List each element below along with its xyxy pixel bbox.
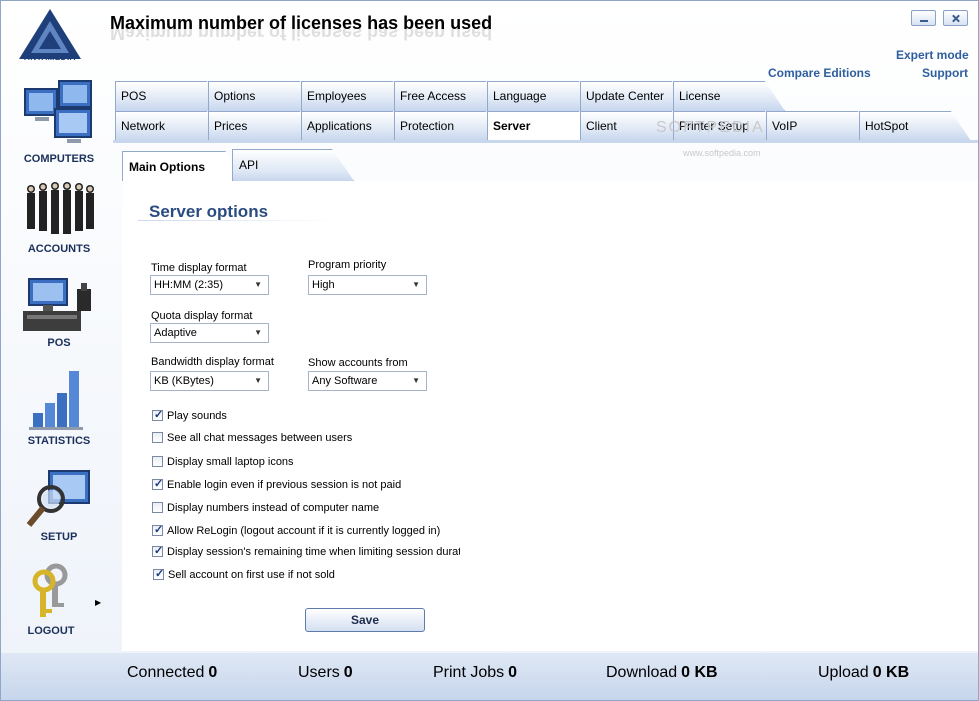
watermark-url: www.softpedia.com bbox=[683, 148, 761, 158]
users-status: Users 0 bbox=[298, 664, 353, 682]
quota-display-format-select[interactable]: Adaptive ▼ bbox=[150, 323, 269, 343]
allow-relogin-checkbox[interactable]: Allow ReLogin (logout account if it is c… bbox=[152, 523, 441, 537]
program-priority-label: Program priority bbox=[308, 259, 387, 271]
select-value: KB (KBytes) bbox=[154, 375, 214, 387]
bandwidth-display-format-label: Bandwidth display format bbox=[151, 356, 274, 368]
checkbox-box[interactable] bbox=[153, 567, 164, 580]
play-sounds-checkbox[interactable]: Play sounds bbox=[152, 408, 227, 422]
window-title-reflection: Maximum number of licenses has been used bbox=[110, 29, 493, 43]
download-label: Download bbox=[606, 664, 678, 681]
users-value: 0 bbox=[343, 664, 353, 681]
save-button[interactable]: Save bbox=[305, 608, 425, 632]
sidebar-item-label: ACCOUNTS bbox=[27, 243, 91, 255]
chevron-down-icon: ▼ bbox=[254, 328, 262, 337]
checkbox-label: Display small laptop icons bbox=[167, 456, 294, 468]
compare-editions-link[interactable]: Compare Editions bbox=[768, 66, 871, 80]
remaining-time-checkbox[interactable]: Display session's remaining time when li… bbox=[152, 546, 460, 558]
checkbox-label: Enable login even if previous session is… bbox=[167, 479, 402, 491]
upload-status: Upload 0 KB bbox=[818, 664, 909, 682]
section-title: Server options bbox=[149, 202, 269, 221]
users-label: Users bbox=[298, 664, 340, 681]
close-button[interactable] bbox=[943, 10, 968, 26]
show-accounts-from-label: Show accounts from bbox=[308, 357, 408, 369]
section-underline bbox=[138, 220, 338, 221]
sidebar-item-label: POS bbox=[47, 337, 71, 349]
time-display-format-label: Time display format bbox=[151, 262, 247, 274]
sidebar-item-logout[interactable]: LOGOUT bbox=[11, 563, 91, 637]
accounts-icon bbox=[27, 182, 94, 234]
chevron-down-icon: ▼ bbox=[254, 376, 262, 385]
checkbox-label: See all chat messages between users bbox=[167, 432, 353, 444]
chevron-down-icon: ▼ bbox=[412, 376, 420, 385]
upload-value: 0 KB bbox=[872, 664, 910, 681]
checkbox-box[interactable] bbox=[152, 432, 163, 443]
checkbox-label: Display numbers instead of computer name bbox=[167, 502, 380, 514]
checkbox-label: Allow ReLogin (logout account if it is c… bbox=[167, 525, 441, 537]
sidebar-item-label: STATISTICS bbox=[27, 435, 91, 447]
enable-login-checkbox[interactable]: Enable login even if previous session is… bbox=[152, 477, 402, 491]
sidebar-item-computers[interactable]: COMPUTERS bbox=[11, 79, 107, 165]
watermark: SOFTPEDIA bbox=[656, 119, 765, 136]
checkbox-label: Sell account on first use if not sold bbox=[168, 569, 335, 581]
bandwidth-display-format-select[interactable]: KB (KBytes) ▼ bbox=[150, 371, 269, 391]
tab-hotspot[interactable]: HotSpot bbox=[859, 111, 971, 141]
pos-icon bbox=[23, 278, 91, 331]
show-accounts-from-select[interactable]: Any Software ▼ bbox=[308, 371, 427, 391]
subtab-main-options[interactable]: Main Options bbox=[122, 151, 248, 183]
connected-label: Connected bbox=[127, 664, 205, 681]
checkbox-box[interactable] bbox=[152, 456, 163, 467]
checkbox-label: Display session's remaining time when li… bbox=[167, 546, 460, 558]
print-jobs-status: Print Jobs 0 bbox=[433, 664, 517, 682]
sidebar-item-label: SETUP bbox=[40, 531, 78, 543]
tab-license[interactable]: License bbox=[673, 81, 785, 111]
sidebar-item-setup[interactable]: SETUP bbox=[11, 467, 107, 543]
sidebar-item-statistics[interactable]: STATISTICS bbox=[11, 367, 107, 447]
expert-mode-link[interactable]: Expert mode bbox=[896, 48, 969, 62]
keys-icon bbox=[32, 563, 68, 617]
checkbox-box[interactable] bbox=[152, 502, 163, 513]
small-laptop-icons-checkbox[interactable]: Display small laptop icons bbox=[152, 456, 294, 468]
sidebar-item-pos[interactable]: POS bbox=[11, 275, 107, 349]
display-numbers-checkbox[interactable]: Display numbers instead of computer name bbox=[152, 502, 379, 514]
upload-label: Upload bbox=[818, 664, 869, 681]
chevron-down-icon: ▼ bbox=[254, 280, 262, 289]
connected-status: Connected 0 bbox=[127, 664, 217, 682]
expand-arrow-icon[interactable]: ▶ bbox=[95, 598, 101, 607]
print-jobs-value: 0 bbox=[508, 664, 518, 681]
sell-account-checkbox[interactable]: Sell account on first use if not sold bbox=[153, 567, 335, 581]
logo-text: ANTAMEDIA bbox=[24, 53, 76, 62]
sidebar-item-label: LOGOUT bbox=[27, 625, 75, 637]
application-window: ANTAMEDIA Maximum number of licenses has… bbox=[0, 0, 979, 701]
statistics-icon bbox=[29, 371, 83, 430]
sidebar-item-accounts[interactable]: ACCOUNTS bbox=[11, 179, 107, 255]
tab-divider bbox=[113, 140, 978, 143]
checkbox-box[interactable] bbox=[152, 523, 163, 536]
support-link[interactable]: Support bbox=[922, 66, 968, 80]
see-all-chat-checkbox[interactable]: See all chat messages between users bbox=[152, 432, 352, 444]
checkbox-box[interactable] bbox=[152, 408, 163, 421]
chevron-down-icon: ▼ bbox=[412, 280, 420, 289]
checkbox-box[interactable] bbox=[152, 546, 163, 557]
select-value: High bbox=[312, 279, 335, 291]
checkbox-box[interactable] bbox=[152, 477, 163, 490]
computers-icon bbox=[24, 80, 92, 143]
connected-value: 0 bbox=[208, 664, 218, 681]
download-status: Download 0 KB bbox=[606, 664, 718, 682]
checkbox-label: Play sounds bbox=[167, 410, 227, 422]
setup-icon bbox=[26, 470, 90, 527]
subtab-api[interactable]: API bbox=[232, 149, 354, 181]
download-value: 0 KB bbox=[681, 664, 718, 681]
quota-display-format-label: Quota display format bbox=[151, 310, 253, 322]
sidebar-item-label: COMPUTERS bbox=[23, 153, 95, 165]
select-value: Adaptive bbox=[154, 327, 197, 339]
select-value: HH:MM (2:35) bbox=[154, 279, 224, 291]
time-display-format-select[interactable]: HH:MM (2:35) ▼ bbox=[150, 275, 269, 295]
select-value: Any Software bbox=[312, 375, 378, 387]
minimize-button[interactable] bbox=[911, 10, 936, 26]
program-priority-select[interactable]: High ▼ bbox=[308, 275, 427, 295]
print-jobs-label: Print Jobs bbox=[433, 664, 505, 681]
